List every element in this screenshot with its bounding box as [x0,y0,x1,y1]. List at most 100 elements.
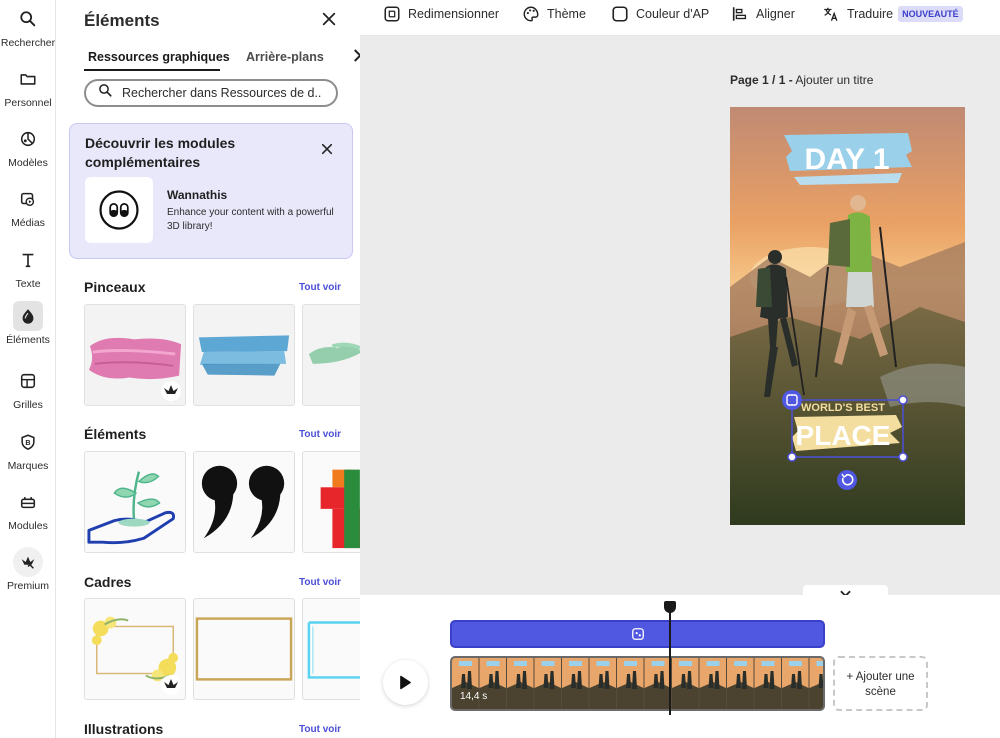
section-title-illustrations: Illustrations [84,721,164,737]
resize-label: Redimensionner [408,7,500,21]
see-all-pinceaux-link[interactable]: Tout voir [299,282,341,293]
brush-thumb-green[interactable] [302,304,360,406]
add-scene-button[interactable]: + Ajouter une scène [833,656,928,711]
headline-text: DAY 1 [804,143,889,176]
elements-icon [13,301,43,331]
search-field [84,79,338,107]
left-rail: Rechercher Personnel Modèles Médias Text… [0,0,56,738]
rail-label: Grilles [13,399,43,411]
translate-button[interactable]: Traduire NOUVEAUTÉ [822,0,963,28]
templates-icon [13,124,43,154]
bg-color-button[interactable]: Couleur d'AP [611,0,709,28]
rail-item-modeles[interactable]: Modèles [0,124,56,169]
playhead-line [669,606,671,715]
text-icon [13,245,43,275]
artboard[interactable]: DAY 1 WORLD'S BEST PLACE [730,107,965,525]
search-input[interactable] [122,86,322,100]
tab-ressources-graphiques[interactable]: Ressources graphiques [88,50,230,64]
svg-text:B: B [25,438,30,447]
see-all-cadres-link[interactable]: Tout voir [299,577,341,588]
duration-label: 14,4 s [460,691,488,702]
rail-label: Modèles [8,157,48,169]
section-title-pinceaux: Pinceaux [84,279,146,295]
bg-color-label: Couleur d'AP [636,7,710,21]
rail-item-grilles[interactable]: Grilles [0,366,56,411]
rail-item-search[interactable]: Rechercher [0,4,56,49]
rail-item-marques[interactable]: B Marques [0,427,56,472]
play-button[interactable] [383,660,428,705]
canvas-stage: Page 1 / 1 - Ajouter un titre DAY 1 WORL… [360,36,1000,603]
color-swatch-icon [612,6,628,22]
section-title-elements: Éléments [84,426,147,442]
brush-thumb-pink[interactable] [84,304,186,406]
rail-item-elements[interactable]: Éléments [0,301,56,346]
theme-button[interactable]: Thème [522,0,586,28]
translate-icon [824,7,838,21]
rail-label: Marques [7,460,49,472]
see-all-elements-link[interactable]: Tout voir [299,429,341,440]
frame-thumb-floral[interactable] [84,598,186,700]
sticker-big-text: PLACE [796,420,891,451]
element-thumb-quote-marks[interactable] [193,451,295,553]
discover-addons-card: Découvrir les modules complémentaires Wa… [69,123,353,259]
new-badge: NOUVEAUTÉ [898,6,963,22]
rail-label: Modules [8,520,48,532]
rail-item-modules[interactable]: Modules [0,487,56,532]
search-icon [13,4,43,34]
video-frame-thumb [534,658,561,709]
video-frame-thumb [589,658,616,709]
theme-label: Thème [547,7,586,21]
panel-title: Éléments [84,11,160,30]
close-icon[interactable] [320,11,338,29]
rail-item-personnel[interactable]: Personnel [0,64,56,109]
rail-label: Personnel [4,97,52,109]
video-frame-thumb [562,658,589,709]
timeline: 14,4 s + Ajouter une scène [360,595,1000,738]
rail-label: Texte [15,278,41,290]
element-thumb-fist[interactable] [302,451,360,553]
rail-label: Médias [11,217,45,229]
rail-label: Premium [6,580,49,592]
active-tab-underline [84,69,220,71]
top-toolbar: Redimensionner Thème Couleur d'AP Aligne… [360,0,1000,36]
media-icon [13,184,43,214]
align-button[interactable]: Aligner [731,0,795,28]
brush-thumb-blue[interactable] [193,304,295,406]
resize-button[interactable]: Redimensionner [383,0,499,28]
video-frame-thumb [617,658,644,709]
rail-item-premium[interactable]: Premium [0,547,56,592]
translate-label: Traduire [847,7,894,21]
sticker-small-text: WORLD'S BEST [801,402,885,414]
wannathis-logo[interactable] [85,177,153,243]
rail-item-texte[interactable]: Texte [0,245,56,290]
see-all-illustrations-link[interactable]: Tout voir [299,724,341,735]
premium-crown-icon [161,381,181,401]
element-track[interactable] [450,620,825,648]
rail-item-medias[interactable]: Médias [0,184,56,229]
section-title-cadres: Cadres [84,574,132,590]
video-frame-thumb [699,658,726,709]
rail-label: Rechercher [0,37,56,49]
elements-panel: Éléments Ressources graphiques Arrière-p… [62,0,360,738]
sticker-icon [631,628,644,640]
element-thumb-plant-hand[interactable] [84,451,186,553]
close-icon[interactable] [321,143,333,157]
resize-icon [384,6,400,22]
tab-arriere-plans[interactable]: Arrière-plans [246,50,324,64]
rail-label: Éléments [6,334,50,346]
addons-icon [13,487,43,517]
video-frame-thumb [809,658,823,709]
discover-title: Découvrir les modules complémentaires [85,135,236,170]
premium-crown-icon [13,547,43,577]
align-left-icon [732,7,747,21]
video-track[interactable]: 14,4 s [450,656,825,711]
premium-crown-icon [161,675,181,695]
chevron-right-icon[interactable] [352,47,360,68]
addon-description: Enhance your content with a powerful 3D … [167,207,334,232]
frame-thumb-gold[interactable] [193,598,295,700]
video-frame-thumb [727,658,754,709]
frame-thumb-cyan[interactable] [302,598,360,700]
add-title-link[interactable]: Ajouter un titre [795,73,873,87]
addon-name: Wannathis [167,188,228,202]
palette-icon [523,6,539,22]
